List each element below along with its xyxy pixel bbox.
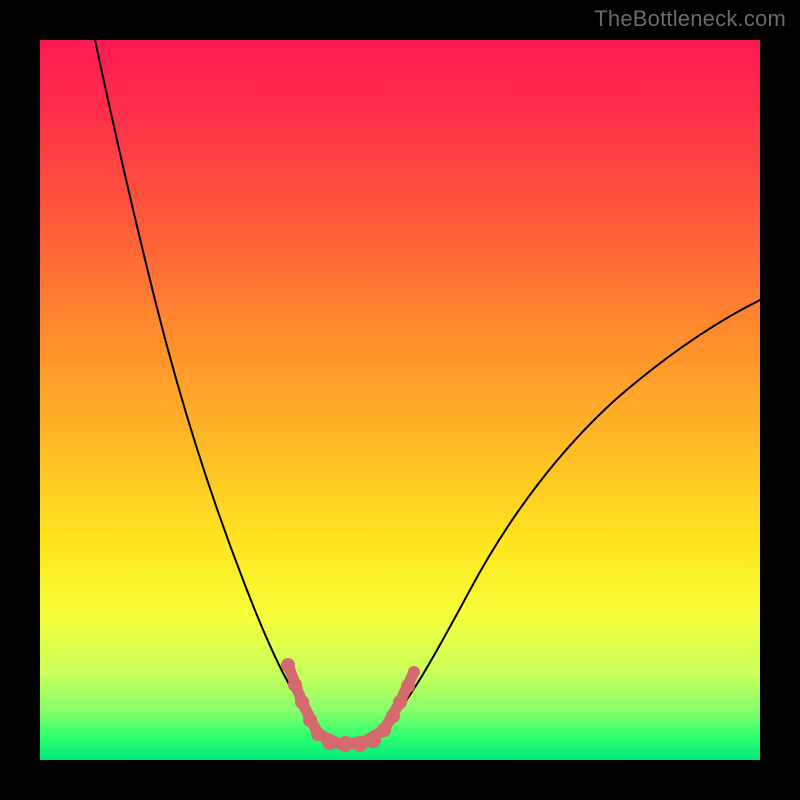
valley-marker-dots: [281, 658, 420, 752]
valley-dot: [281, 658, 295, 672]
watermark-text: TheBottleneck.com: [594, 6, 786, 32]
valley-dot: [295, 695, 309, 709]
valley-dot: [303, 713, 317, 727]
valley-dot: [377, 723, 391, 737]
valley-dot: [337, 736, 353, 752]
plot-area: [40, 40, 760, 760]
valley-dot: [386, 709, 400, 723]
chart-frame: TheBottleneck.com: [0, 0, 800, 800]
valley-dot: [408, 666, 420, 678]
valley-dot: [322, 734, 338, 750]
valley-dot: [401, 679, 415, 693]
bottleneck-curve: [95, 40, 760, 744]
curve-layer: [40, 40, 760, 760]
valley-dot: [288, 678, 302, 692]
valley-dot: [393, 695, 407, 709]
